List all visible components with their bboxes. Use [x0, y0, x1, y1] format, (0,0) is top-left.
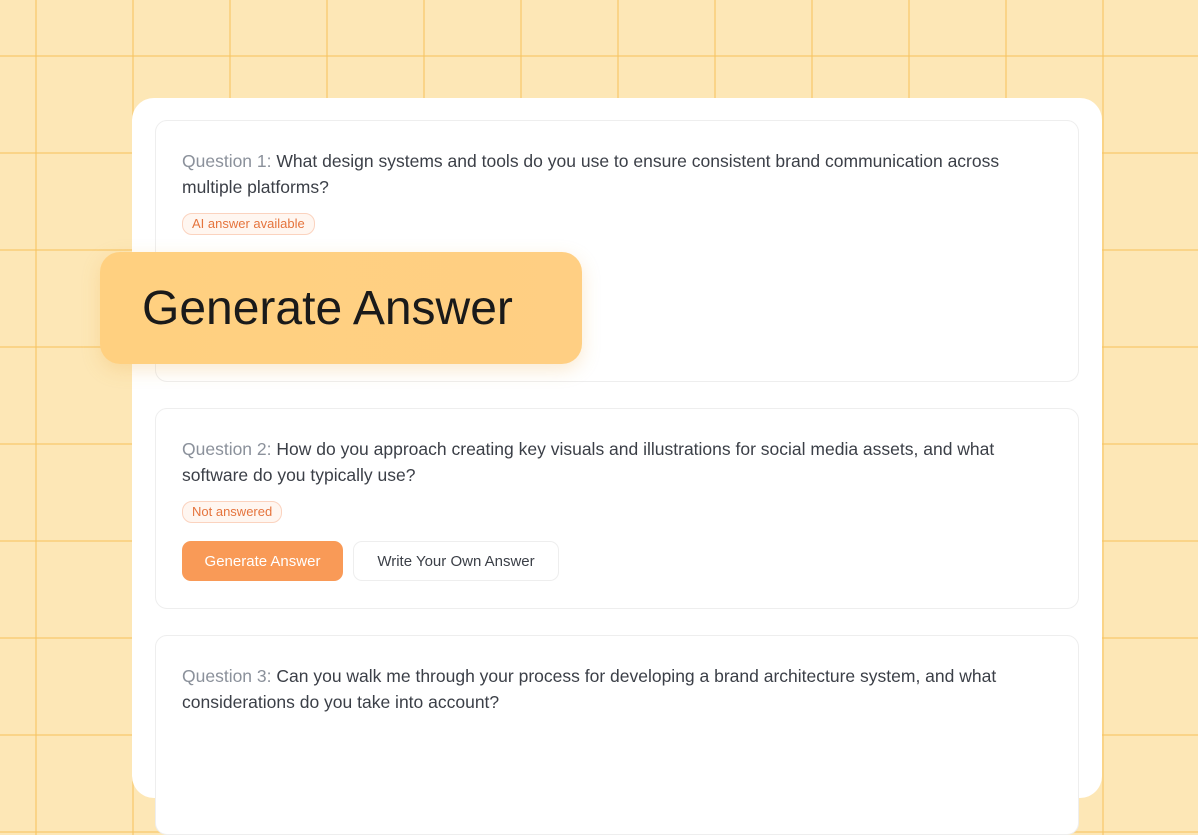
question-3-prefix: Question 3: — [182, 666, 272, 686]
generate-answer-callout: Generate Answer — [100, 252, 582, 364]
questions-panel: Question 1: What design systems and tool… — [132, 98, 1102, 835]
question-1-prefix: Question 1: — [182, 151, 272, 171]
question-card-2: Question 2: How do you approach creating… — [155, 408, 1079, 609]
generate-answer-button[interactable]: Generate Answer — [182, 541, 343, 581]
question-3-text: Question 3: Can you walk me through your… — [182, 663, 1052, 715]
question-1-status-badge: AI answer available — [182, 213, 315, 235]
question-2-body: How do you approach creating key visuals… — [182, 439, 995, 485]
question-2-prefix: Question 2: — [182, 439, 272, 459]
write-own-answer-button[interactable]: Write Your Own Answer — [353, 541, 559, 581]
question-1-body: What design systems and tools do you use… — [182, 151, 1000, 197]
question-1-text: Question 1: What design systems and tool… — [182, 148, 1052, 200]
question-3-body: Can you walk me through your process for… — [182, 666, 997, 712]
question-2-text: Question 2: How do you approach creating… — [182, 436, 1052, 488]
question-2-status-badge: Not answered — [182, 501, 283, 523]
question-card-3: Question 3: Can you walk me through your… — [155, 635, 1079, 835]
